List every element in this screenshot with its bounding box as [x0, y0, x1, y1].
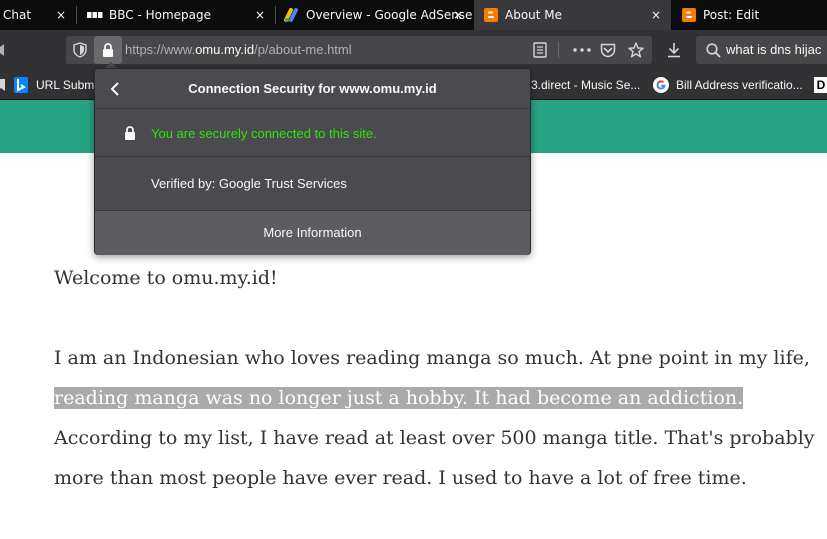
bookmark-star-icon[interactable]: [628, 42, 644, 58]
bookmark-bill-address[interactable]: Bill Address verificatio...: [653, 77, 803, 93]
url-bar[interactable]: https://www.omu.my.id/p/about-me.html: [66, 36, 652, 64]
text-selection: reading manga was no longer just a hobby…: [54, 387, 744, 409]
paragraph-line-selected: reading manga was no longer just a hobby…: [54, 378, 824, 418]
lock-icon: [101, 42, 115, 58]
bookmark-d[interactable]: D: [814, 77, 827, 93]
tracking-protection-icon[interactable]: [72, 42, 88, 58]
separator: [558, 42, 559, 58]
bing-icon: [13, 77, 29, 93]
panel-header: Connection Security for www.omu.my.id: [95, 69, 530, 109]
paragraph-line: I am an Indonesian who loves reading man…: [54, 347, 810, 369]
bookmark-icon: D: [814, 77, 827, 93]
site-identity-button[interactable]: [94, 36, 122, 64]
verified-by-text: Verified by: Google Trust Services: [151, 176, 347, 191]
tab-title: BBC - Homepage: [109, 8, 211, 22]
blogger-icon: [483, 7, 499, 23]
tab-title: Post: Edit: [703, 8, 760, 22]
bbc-icon: [87, 7, 103, 23]
url-host: omu.my.id: [195, 42, 255, 57]
reader-view-icon[interactable]: [532, 42, 548, 58]
paragraph-line: more than most people have ever read. I …: [54, 467, 747, 489]
url-prefix: https://www.: [125, 42, 196, 57]
bookmark-label: URL Submi: [36, 78, 97, 92]
bookmark-url-submit[interactable]: URL Submi: [13, 77, 97, 93]
tab-bbc[interactable]: BBC - Homepage ×: [77, 0, 275, 30]
url-field[interactable]: https://www.omu.my.id/p/about-me.html: [125, 42, 352, 57]
adsense-icon: [284, 7, 300, 23]
paragraph-line: According to my list, I have read at lea…: [54, 427, 815, 449]
bookmark-music[interactable]: 3.direct - Music Se...: [531, 77, 640, 93]
close-icon[interactable]: ×: [649, 8, 663, 22]
connection-security-panel: Connection Security for www.omu.my.id Yo…: [94, 68, 531, 255]
pocket-icon[interactable]: [600, 42, 616, 58]
bookmark-icon[interactable]: [0, 79, 6, 91]
tab-strip: Chat × BBC - Homepage × Overview - Googl…: [0, 0, 827, 30]
more-information-label: More Information: [263, 225, 362, 240]
connection-status-row: You are securely connected to this site.: [95, 109, 530, 157]
close-icon[interactable]: ×: [451, 8, 465, 22]
secure-connection-message: You are securely connected to this site.: [151, 126, 377, 141]
url-path: /p/about-me.html: [254, 42, 352, 57]
navigation-toolbar: https://www.omu.my.id/p/about-me.html wh…: [0, 30, 827, 70]
bookmark-label: 3.direct - Music Se...: [531, 78, 641, 92]
tab-adsense[interactable]: Overview - Google AdSense ×: [276, 0, 473, 30]
search-bar[interactable]: what is dns hijac: [696, 36, 827, 64]
page-actions-icon[interactable]: [572, 42, 592, 58]
search-input[interactable]: what is dns hijac: [726, 42, 821, 57]
close-icon[interactable]: ×: [54, 8, 68, 22]
download-icon[interactable]: [666, 42, 682, 58]
about-paragraph: I am an Indonesian who loves reading man…: [54, 338, 824, 498]
more-information-button[interactable]: More Information: [95, 210, 530, 255]
panel-title: Connection Security for www.omu.my.id: [188, 81, 437, 96]
tab-post-edit[interactable]: Post: Edit: [672, 0, 827, 30]
welcome-text: Welcome to omu.my.id!: [54, 267, 278, 289]
tab-about-me[interactable]: About Me ×: [474, 0, 671, 30]
tab-chat[interactable]: Chat ×: [0, 0, 76, 30]
lock-icon: [123, 126, 137, 140]
verifier-row: Verified by: Google Trust Services: [95, 157, 530, 210]
close-icon[interactable]: ×: [253, 8, 267, 22]
home-icon[interactable]: [0, 42, 10, 58]
google-icon: [653, 77, 669, 93]
tab-title: About Me: [505, 8, 563, 22]
tab-title: Overview - Google AdSense: [306, 8, 473, 22]
blogger-icon: [681, 7, 697, 23]
search-icon: [705, 42, 721, 58]
bookmark-label: Bill Address verificatio...: [676, 78, 803, 92]
